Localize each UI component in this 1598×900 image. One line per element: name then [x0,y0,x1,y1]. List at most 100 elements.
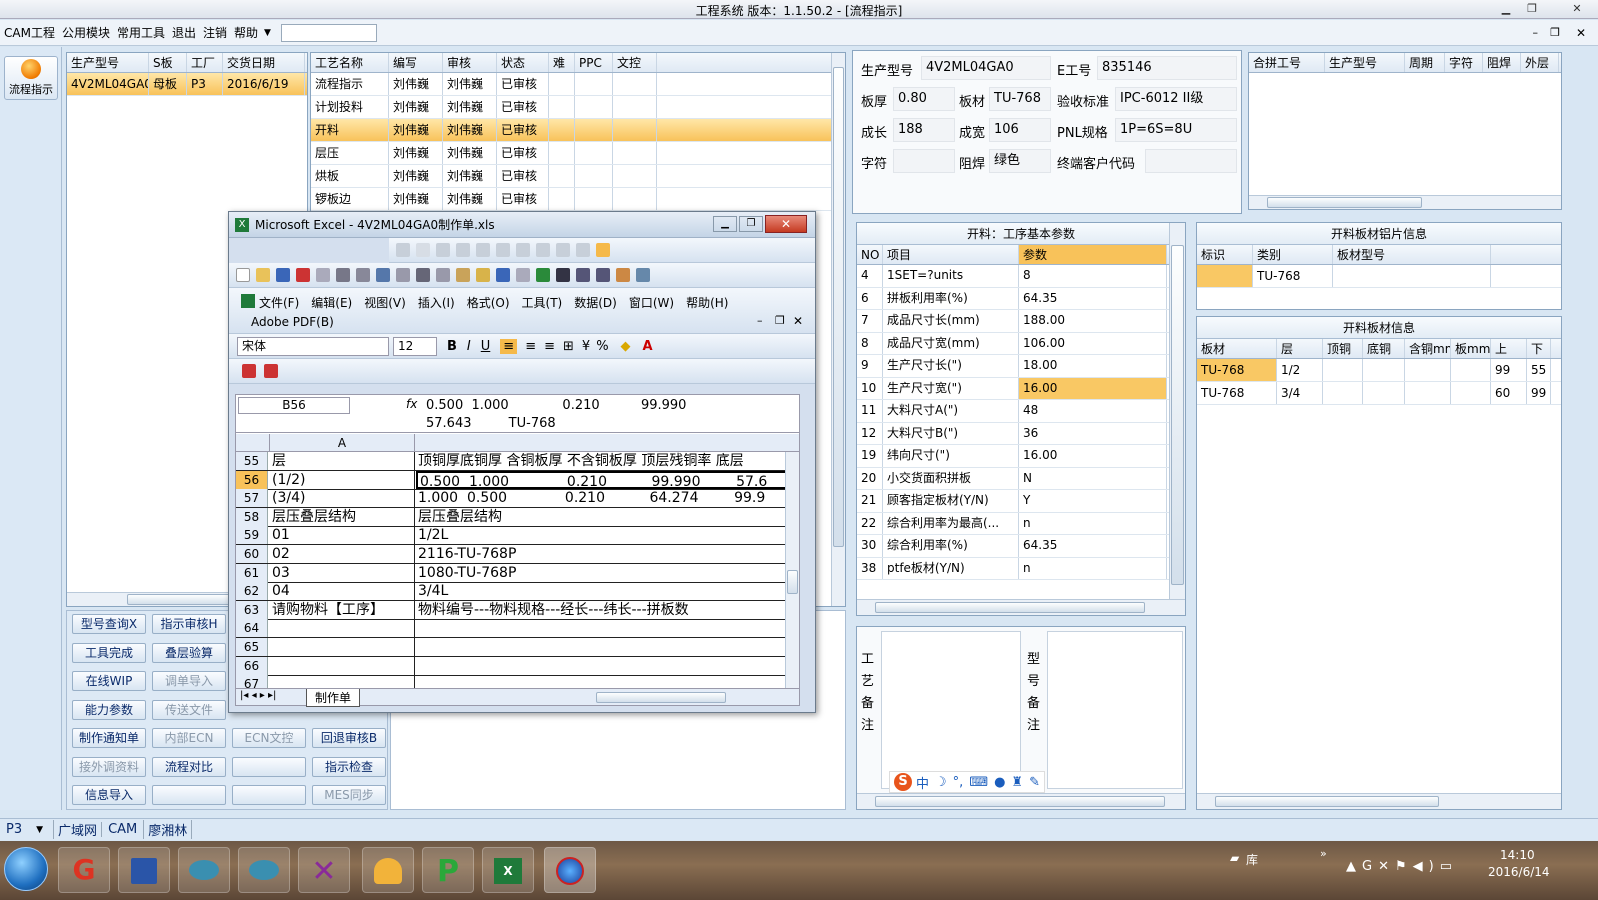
excel-menu-adobe[interactable]: Adobe PDF(B) [251,315,334,329]
char-field[interactable] [893,149,955,173]
cell-a[interactable]: (1/2) [269,470,415,489]
sheet-row[interactable]: 58 层压叠层结构 层压叠层结构 [236,507,799,527]
cell-a[interactable] [269,638,415,656]
taskbar-app-g[interactable]: G [58,847,110,893]
table-row[interactable]: 烘板 刘伟巍 刘伟巍 已审核 [311,165,845,188]
sheet-row[interactable]: 59 01 1/2L [236,526,799,546]
table-row[interactable]: 8 成品尺寸宽(mm) 106.00 [857,332,1185,355]
cell-a[interactable]: 请购物料【工序】 [269,600,415,619]
table-row[interactable]: 6 拼板利用率(%) 64.35 [857,287,1185,310]
start-button[interactable] [4,847,48,891]
clock-date[interactable]: 2016/6/14 [1488,865,1550,879]
standard-field[interactable]: IPC-6012 II级 [1115,87,1237,111]
v-scrollbar[interactable] [1169,223,1185,599]
list-icon[interactable] [516,243,530,257]
sort-asc-icon[interactable] [576,268,590,282]
material-field[interactable]: TU-768 [989,87,1051,111]
row-number[interactable]: 55 [236,452,268,470]
excel-menu-format[interactable]: 格式(O) [467,296,510,310]
bold-icon[interactable]: B [447,339,457,354]
close-button[interactable]: ✕ [1560,1,1594,17]
checkbox-icon[interactable] [476,243,490,257]
sheet-row[interactable]: 64 [236,619,799,639]
row-number[interactable]: 66 [236,656,268,675]
function-button[interactable]: 指示检查 [312,756,386,777]
chart-icon[interactable] [616,268,630,282]
sheet-row[interactable]: 65 [236,638,799,657]
group-icon[interactable] [436,243,450,257]
row-number[interactable]: 64 [236,619,268,638]
scroll-thumb[interactable] [127,594,237,605]
h-scrollbar[interactable] [1197,793,1561,809]
fill-color-icon[interactable]: ◆ [621,339,631,354]
minimize-button[interactable]: ▁ [1494,1,1518,17]
format-painter-icon[interactable] [476,268,490,282]
row-number[interactable]: 59 [236,526,268,545]
table-row[interactable]: 38 ptfe板材(Y/N) n [857,557,1185,580]
taskbar-app-fish2[interactable] [238,847,290,893]
cell-b[interactable]: 1080-TU-768P [416,564,799,582]
font-name-select[interactable]: 宋体 [237,337,389,356]
table-row[interactable]: 19 纬向尺寸(") 16.00 [857,445,1185,468]
new-icon[interactable] [236,268,250,282]
chevron-down-icon[interactable]: ▼ [264,28,271,38]
table-row[interactable]: 22 综合利用率为最高(... n [857,512,1185,535]
function-button[interactable]: 叠层验算 [152,642,226,663]
tray-folder-label[interactable]: 库 [1246,851,1258,868]
scroll-thumb[interactable] [1215,796,1439,807]
row-number[interactable]: 61 [236,563,268,582]
align-center-icon[interactable]: ≡ [525,339,536,354]
table-row[interactable]: 21 顾客指定板材(Y/N) Y [857,490,1185,513]
e-no-field[interactable]: 835146 [1097,56,1237,80]
h-scrollbar[interactable] [857,599,1185,615]
preview-icon[interactable] [356,268,370,282]
scroll-thumb[interactable] [875,796,1165,807]
function-button[interactable]: 型号查询X [72,614,146,634]
table-row[interactable]: 12 大料尺寸B(") 36 [857,422,1185,445]
scroll-thumb[interactable] [833,67,844,547]
cell-b[interactable]: 3/4L [416,582,799,600]
cell-b[interactable]: 顶铜厚底铜厚 含铜板厚 不含铜板厚 顶层残铜率 底层 [416,452,799,470]
length-field[interactable]: 188 [893,118,955,142]
scroll-thumb[interactable] [1171,245,1184,585]
drawing-icon[interactable] [636,268,650,282]
cell-b[interactable] [416,638,799,656]
table-row[interactable]: TU-768 [1197,265,1561,288]
menu-combo[interactable] [280,23,377,42]
sort-desc-icon[interactable] [596,268,610,282]
excel-minimize-button[interactable]: ▁ [713,216,737,232]
row-number[interactable]: 62 [236,582,268,601]
sheet-tab[interactable]: 制作单 [306,689,361,707]
cell-a[interactable]: 01 [269,526,415,545]
copy-icon[interactable] [436,268,450,282]
wb-close-icon[interactable]: ✕ [793,314,803,328]
cut-icon[interactable] [416,268,430,282]
excel-maximize-button[interactable]: ❐ [739,216,763,232]
autosum-icon[interactable] [556,268,570,282]
sheet-row[interactable]: 61 03 1080-TU-768P [236,563,799,583]
menu-logout[interactable]: 注销 [203,24,227,41]
cell-b[interactable]: 1.000 0.500 0.210 64.274 99.9 [416,489,799,507]
formula-line-2[interactable]: 57.643 TU-768 [426,416,556,431]
function-button[interactable]: ECN文控 [232,728,306,748]
cell-b[interactable] [416,657,799,675]
paste-icon[interactable] [456,268,470,282]
spin-icon[interactable] [576,243,590,257]
taskbar-app-x[interactable]: ✕ [298,847,350,893]
h-scrollbar[interactable] [1249,195,1561,209]
underline-icon[interactable]: U [481,339,491,354]
table-row[interactable]: 流程指示 刘伟巍 刘伟巍 已审核 [311,73,845,96]
email-icon[interactable] [316,268,330,282]
merge-icon[interactable]: ⊞ [563,339,574,354]
sheet-row[interactable]: 55 层顶铜厚底铜厚 含铜板厚 不含铜板厚 顶层残铜率 底层 [236,452,799,471]
grid-icon[interactable] [596,243,610,257]
permission-icon[interactable] [296,268,310,282]
open-icon[interactable] [256,268,270,282]
mdi-minimize-icon[interactable]: – [1533,26,1539,39]
textbox-icon[interactable] [416,243,430,257]
combo-icon[interactable] [536,243,550,257]
tray-expand-icon[interactable]: » [1320,847,1327,860]
row-number[interactable]: 63 [236,600,268,619]
scroll-thumb[interactable] [596,692,726,703]
taskbar-app-shell[interactable] [362,847,414,893]
